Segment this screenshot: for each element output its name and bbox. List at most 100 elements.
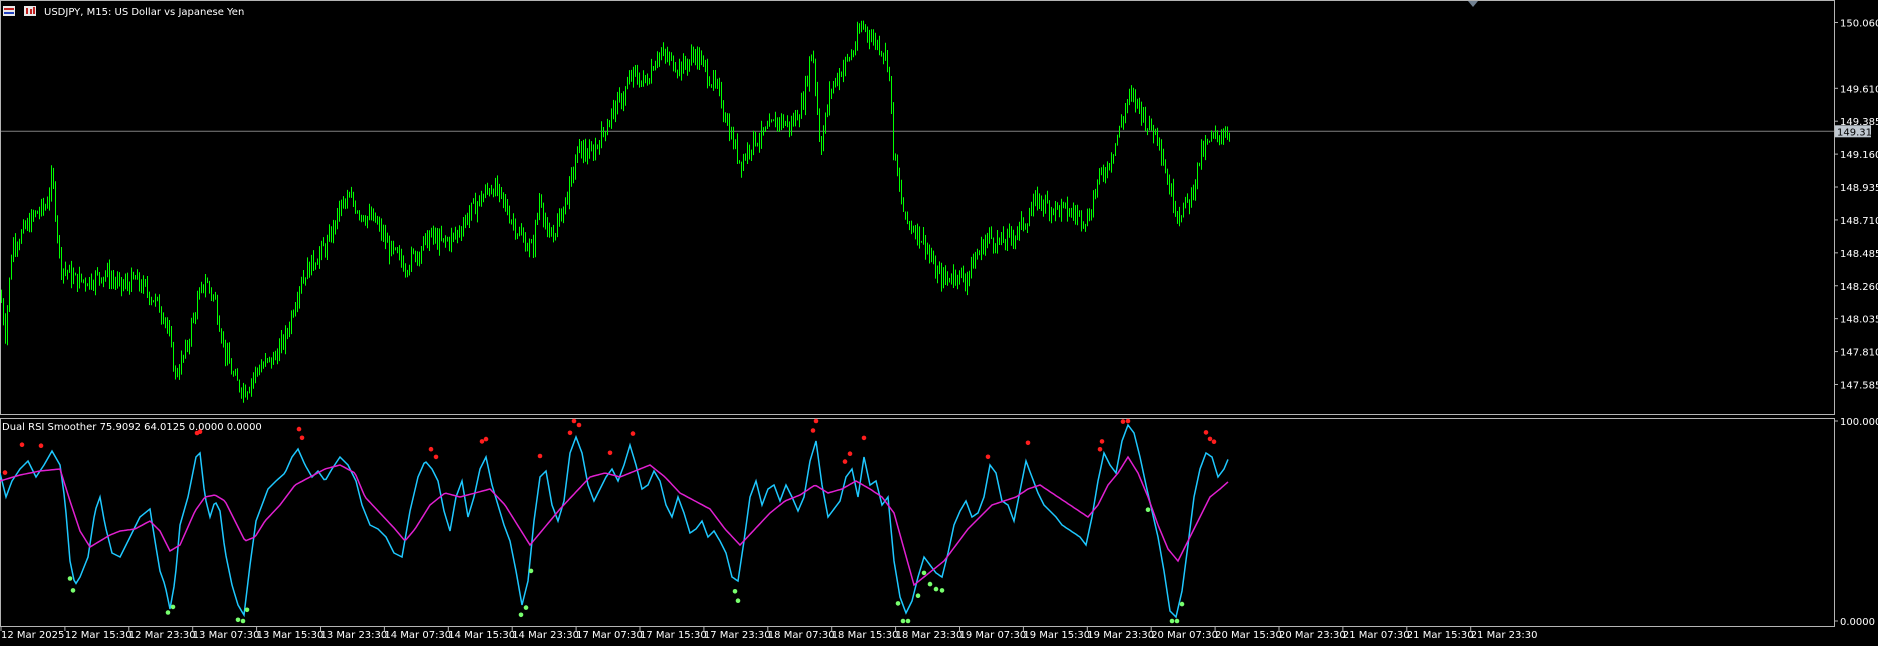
oversold-dot: [927, 581, 933, 587]
time-tick-label: 18 Mar 23:30: [896, 630, 963, 641]
overbought-dot: [38, 443, 44, 449]
oversold-dot: [905, 618, 911, 624]
time-tick-label: 13 Mar 23:30: [321, 630, 388, 641]
overbought-dot: [1207, 436, 1213, 442]
price-tick-label: 149.610: [1840, 84, 1878, 95]
price-tick-label: 148.710: [1840, 216, 1878, 227]
price-tick-label: 147.810: [1840, 348, 1878, 359]
price-axis: 150.060149.610149.385149.160148.935148.7…: [1834, 18, 1878, 391]
rsi-slow-line: [0, 455, 1229, 587]
oversold-dot: [1169, 618, 1175, 624]
overbought-dot: [1203, 430, 1209, 435]
chart-type-icon[interactable]: [24, 6, 36, 16]
oversold-dot: [900, 618, 906, 624]
indicator-tick-label: 0.0000: [1840, 617, 1875, 628]
overbought-dot: [433, 454, 439, 460]
price-tick-label: 148.935: [1840, 183, 1878, 194]
time-tick-label: 17 Mar 15:30: [640, 630, 707, 641]
oversold-dot: [170, 604, 176, 610]
current-price-tag: 149.316: [1835, 125, 1878, 138]
time-tick-label: 17 Mar 23:30: [704, 630, 771, 641]
price-tick-label: 148.035: [1840, 315, 1878, 326]
overbought-dot: [479, 439, 485, 444]
overbought-dot: [1025, 440, 1031, 446]
time-tick-label: 13 Mar 15:30: [257, 630, 324, 641]
oversold-dot: [915, 593, 921, 598]
oversold-dot: [939, 588, 945, 593]
time-tick-label: 17 Mar 07:30: [576, 630, 643, 641]
overbought-dot: [1097, 447, 1103, 452]
overbought-dot: [19, 442, 25, 448]
rsi-signal-dots: [2, 418, 1217, 624]
overbought-dot: [842, 459, 848, 464]
oversold-dot: [1174, 618, 1180, 624]
time-tick-label: 14 Mar 15:30: [448, 630, 515, 641]
price-tick-label: 150.060: [1840, 18, 1878, 29]
oversold-dot: [518, 612, 524, 618]
overbought-dot: [861, 435, 867, 441]
oversold-dot: [528, 568, 534, 574]
overbought-dot: [1099, 439, 1105, 444]
time-tick-label: 12 Mar 15:30: [65, 630, 132, 641]
price-tick-label: 148.485: [1840, 249, 1878, 260]
overbought-dot: [576, 422, 582, 428]
indicator-axis: 100.0000 0.0000: [1834, 417, 1878, 628]
overbought-dot: [428, 446, 434, 452]
price-tick-label: 148.260: [1840, 282, 1878, 293]
oversold-dot: [921, 570, 927, 576]
overbought-dot: [571, 418, 577, 424]
time-tick-label: 14 Mar 07:30: [384, 630, 451, 641]
overbought-dot: [299, 435, 305, 441]
price-tick-label: 147.585: [1840, 380, 1878, 391]
overbought-dot: [483, 436, 489, 442]
price-bars: [1, 20, 1230, 403]
oversold-dot: [67, 576, 73, 581]
oversold-dot: [235, 617, 241, 623]
rsi-fast-line: [0, 423, 1229, 619]
time-tick-label: 19 Mar 07:30: [960, 630, 1027, 641]
shift-marker-icon[interactable]: [1468, 1, 1478, 7]
time-tick-label: 21 Mar 23:30: [1471, 630, 1538, 641]
oversold-dot: [933, 586, 939, 592]
time-tick-label: 18 Mar 15:30: [832, 630, 899, 641]
overbought-dot: [1211, 439, 1217, 445]
overbought-dot: [1120, 419, 1126, 424]
svg-text:149.316: 149.316: [1837, 127, 1878, 138]
oversold-dot: [895, 601, 901, 606]
overbought-dot: [537, 453, 543, 459]
time-tick-label: 20 Mar 23:30: [1279, 630, 1346, 641]
oversold-dot: [523, 605, 529, 610]
time-tick-label: 19 Mar 23:30: [1087, 630, 1154, 641]
overbought-dot: [810, 428, 816, 433]
chart-header: USDJPY, M15: US Dollar vs Japanese Yen: [3, 6, 244, 18]
indicator-tick-label: 100.0000: [1840, 417, 1878, 428]
overbought-dot: [567, 430, 573, 436]
symbol-title: USDJPY, M15: US Dollar vs Japanese Yen: [44, 7, 244, 18]
oversold-dot: [240, 618, 246, 624]
overbought-dot: [2, 470, 8, 475]
overbought-dot: [197, 429, 203, 435]
chart-window[interactable]: USDJPY, M15: US Dollar vs Japanese Yen 1…: [0, 0, 1878, 646]
oversold-dot: [165, 610, 171, 615]
overbought-dot: [607, 450, 613, 456]
time-tick-label: 21 Mar 07:30: [1343, 630, 1410, 641]
time-tick-label: 13 Mar 07:30: [193, 630, 260, 641]
overbought-dot: [630, 431, 636, 436]
price-tick-label: 149.160: [1840, 150, 1878, 161]
oversold-dot: [70, 588, 76, 593]
rsi-lines: [0, 423, 1229, 619]
oversold-dot: [244, 607, 250, 613]
overbought-dot: [296, 426, 302, 432]
chart-menu-icon[interactable]: [3, 6, 15, 16]
time-tick-label: 18 Mar 07:30: [768, 630, 835, 641]
time-tick-label: 20 Mar 15:30: [1215, 630, 1282, 641]
time-tick-label: 12 Mar 23:30: [129, 630, 196, 641]
overbought-dot: [985, 454, 991, 460]
time-axis: 12 Mar 2025 12 Mar 15:3012 Mar 23:3013 Ma…: [0, 627, 1538, 641]
oversold-dot: [735, 598, 741, 603]
overbought-dot: [1125, 418, 1131, 424]
indicator-title: Dual RSI Smoother 75.9092 64.0125 0.0000…: [2, 422, 262, 433]
oversold-dot: [1145, 507, 1151, 512]
overbought-dot: [813, 418, 819, 424]
oversold-dot: [732, 589, 738, 594]
